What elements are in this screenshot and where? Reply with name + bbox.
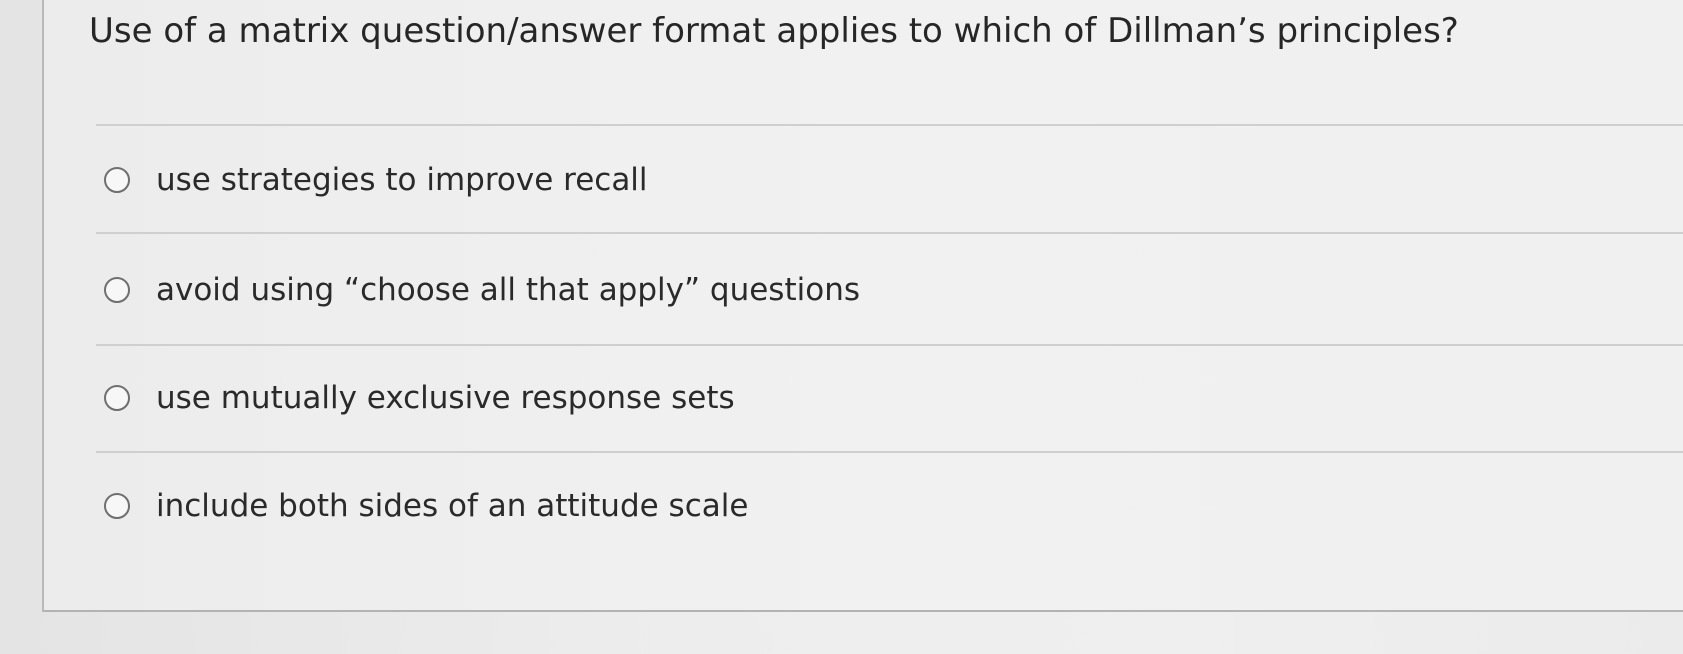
answer-option-label: include both sides of an attitude scale bbox=[156, 488, 749, 524]
answer-option-label: avoid using “choose all that apply” ques… bbox=[156, 272, 860, 308]
answer-option-2[interactable]: avoid using “choose all that apply” ques… bbox=[104, 262, 860, 318]
divider bbox=[96, 344, 1683, 346]
divider bbox=[96, 451, 1683, 453]
radio-button-icon[interactable] bbox=[104, 277, 130, 303]
radio-button-icon[interactable] bbox=[104, 167, 130, 193]
answer-option-1[interactable]: use strategies to improve recall bbox=[104, 152, 648, 208]
answer-option-3[interactable]: use mutually exclusive response sets bbox=[104, 370, 735, 426]
question-panel: Use of a matrix question/answer format a… bbox=[42, 0, 1683, 612]
answer-option-label: use mutually exclusive response sets bbox=[156, 380, 735, 416]
question-text: Use of a matrix question/answer format a… bbox=[89, 11, 1459, 51]
radio-button-icon[interactable] bbox=[104, 385, 130, 411]
answer-option-label: use strategies to improve recall bbox=[156, 162, 648, 198]
answer-option-4[interactable]: include both sides of an attitude scale bbox=[104, 478, 748, 534]
divider bbox=[96, 124, 1683, 126]
radio-button-icon[interactable] bbox=[104, 493, 130, 519]
divider bbox=[96, 232, 1683, 234]
